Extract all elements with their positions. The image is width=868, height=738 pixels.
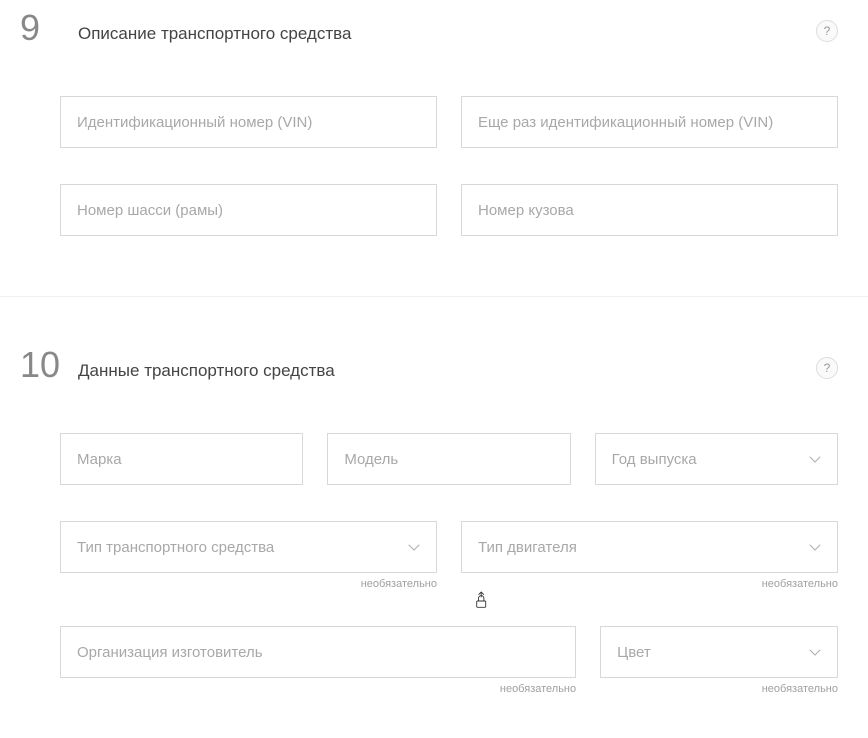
section-body xyxy=(20,96,848,236)
color-select-display[interactable] xyxy=(600,626,838,678)
section-title: Данные транспортного средства xyxy=(78,361,335,381)
brand-input[interactable] xyxy=(60,433,303,485)
field-chassis xyxy=(60,184,437,236)
section-vehicle-data: 10 Данные транспортного средства ? xyxy=(0,337,868,735)
color-select[interactable] xyxy=(600,626,838,678)
field-engine-type: необязательно xyxy=(461,521,838,590)
field-brand xyxy=(60,433,303,485)
year-select-display[interactable] xyxy=(595,433,838,485)
section-number: 10 xyxy=(20,347,60,383)
field-manufacturer: необязательно xyxy=(60,626,576,695)
field-model xyxy=(327,433,570,485)
section-header: 9 Описание транспортного средства ? xyxy=(20,0,848,96)
section-body: необязательно необязательно необязательн… xyxy=(20,433,848,695)
section-number: 9 xyxy=(20,10,60,46)
section-title: Описание транспортного средства xyxy=(78,24,351,44)
field-vin-confirm xyxy=(461,96,838,148)
model-input[interactable] xyxy=(327,433,570,485)
optional-label: необязательно xyxy=(60,683,576,695)
year-select[interactable] xyxy=(595,433,838,485)
help-button[interactable]: ? xyxy=(816,357,838,379)
field-year xyxy=(595,433,838,485)
field-color: необязательно xyxy=(600,626,838,695)
engine-type-select[interactable] xyxy=(461,521,838,573)
form-row: необязательно необязательно xyxy=(60,521,838,590)
body-input[interactable] xyxy=(461,184,838,236)
section-divider xyxy=(0,296,868,297)
optional-label: необязательно xyxy=(600,683,838,695)
form-row: необязательно необязательно xyxy=(60,626,838,695)
vin-confirm-input[interactable] xyxy=(461,96,838,148)
field-vehicle-type: необязательно xyxy=(60,521,437,590)
engine-type-select-display[interactable] xyxy=(461,521,838,573)
vehicle-type-select-display[interactable] xyxy=(60,521,437,573)
optional-label: необязательно xyxy=(461,578,838,590)
section-header: 10 Данные транспортного средства ? xyxy=(20,337,848,433)
chassis-input[interactable] xyxy=(60,184,437,236)
page: 9 Описание транспортного средства ? xyxy=(0,0,868,735)
field-body xyxy=(461,184,838,236)
help-button[interactable]: ? xyxy=(816,20,838,42)
form-row xyxy=(60,433,838,485)
vehicle-type-select[interactable] xyxy=(60,521,437,573)
question-icon: ? xyxy=(824,24,831,38)
form-row xyxy=(60,96,838,148)
optional-label: необязательно xyxy=(60,578,437,590)
vin-input[interactable] xyxy=(60,96,437,148)
field-vin xyxy=(60,96,437,148)
form-row xyxy=(60,184,838,236)
question-icon: ? xyxy=(824,361,831,375)
section-vehicle-description: 9 Описание транспортного средства ? xyxy=(0,0,868,276)
manufacturer-input[interactable] xyxy=(60,626,576,678)
